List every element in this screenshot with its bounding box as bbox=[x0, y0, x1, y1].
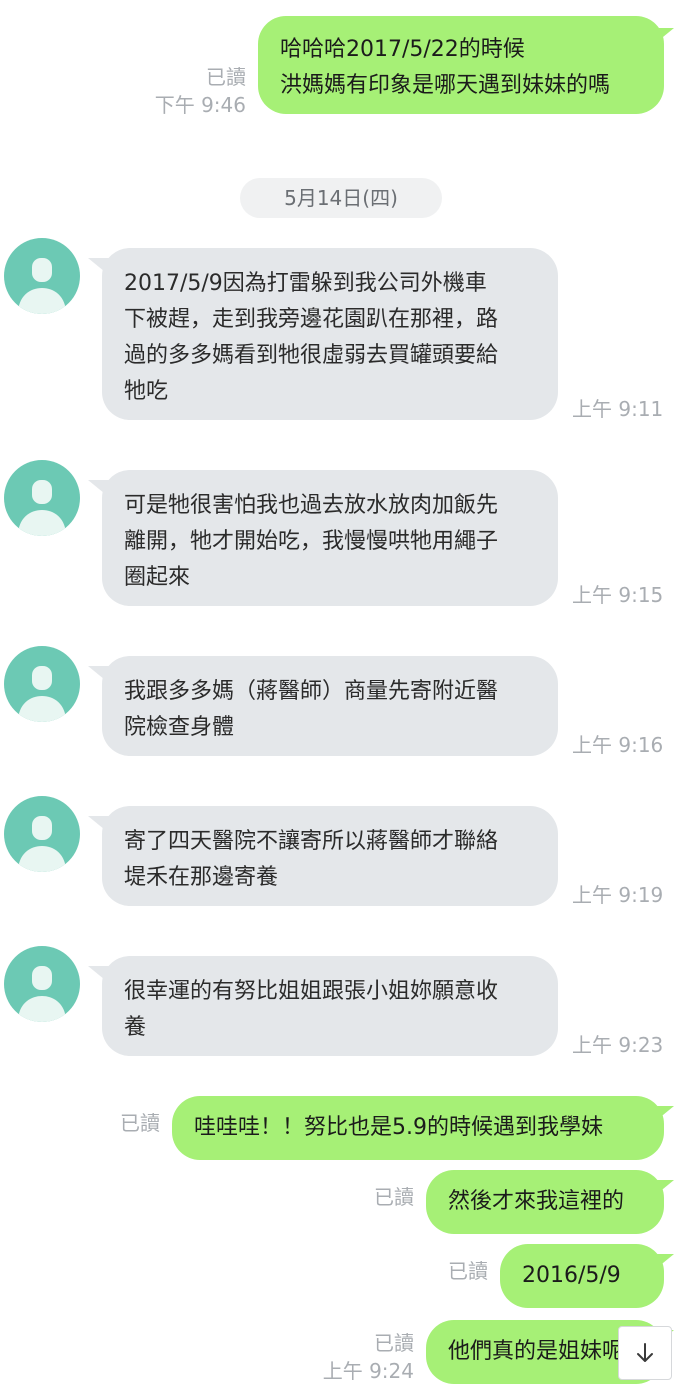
read-receipt: 已讀 bbox=[374, 1185, 414, 1209]
read-receipt: 已讀 bbox=[120, 1111, 160, 1135]
message-timestamp: 上午 9:24 bbox=[322, 1359, 414, 1383]
incoming-message-bubble[interactable]: 很幸運的有努比姐姐跟張小姐妳願意收 養 bbox=[102, 956, 558, 1056]
incoming-message-bubble[interactable]: 寄了四天醫院不讓寄所以蔣醫師才聯絡 堤禾在那邊寄養 bbox=[102, 806, 558, 906]
scroll-to-bottom-button[interactable] bbox=[618, 1326, 672, 1380]
message-timestamp: 下午 9:46 bbox=[154, 93, 246, 117]
incoming-message-bubble[interactable]: 我跟多多媽（蔣醫師）商量先寄附近醫 院檢查身體 bbox=[102, 656, 558, 756]
contact-avatar[interactable] bbox=[4, 646, 80, 722]
contact-avatar[interactable] bbox=[4, 460, 80, 536]
read-receipt: 已讀 bbox=[448, 1259, 488, 1283]
message-timestamp: 上午 9:16 bbox=[572, 733, 664, 757]
read-receipt: 已讀 bbox=[206, 65, 246, 89]
person-icon bbox=[18, 258, 66, 314]
contact-avatar[interactable] bbox=[4, 238, 80, 314]
arrow-down-icon bbox=[637, 1343, 653, 1362]
contact-avatar[interactable] bbox=[4, 946, 80, 1022]
message-timestamp: 上午 9:19 bbox=[572, 883, 664, 907]
person-icon bbox=[18, 816, 66, 872]
outgoing-message-bubble[interactable]: 2016/5/9 bbox=[500, 1244, 664, 1308]
person-icon bbox=[18, 966, 66, 1022]
incoming-message-bubble[interactable]: 2017/5/9因為打雷躲到我公司外機車 下被趕，走到我旁邊花園趴在那裡，路 過… bbox=[102, 248, 558, 420]
incoming-message-bubble[interactable]: 可是牠很害怕我也過去放水放肉加飯先 離開，牠才開始吃，我慢慢哄牠用繩子 圈起來 bbox=[102, 470, 558, 606]
outgoing-message-bubble[interactable]: 哇哇哇！！努比也是5.9的時候遇到我學妹 bbox=[172, 1096, 664, 1160]
person-icon bbox=[18, 480, 66, 536]
outgoing-message-bubble[interactable]: 哈哈哈2017/5/22的時候 洪媽媽有印象是哪天遇到妹妹的嗎 bbox=[258, 16, 664, 114]
person-icon bbox=[18, 666, 66, 722]
message-timestamp: 上午 9:11 bbox=[572, 397, 664, 421]
read-receipt: 已讀 bbox=[374, 1331, 414, 1355]
message-timestamp: 上午 9:15 bbox=[572, 583, 664, 607]
contact-avatar[interactable] bbox=[4, 796, 80, 872]
outgoing-message-bubble[interactable]: 然後才來我這裡的 bbox=[426, 1170, 664, 1234]
date-divider: 5月14日(四) bbox=[240, 178, 442, 218]
message-timestamp: 上午 9:23 bbox=[572, 1033, 664, 1057]
